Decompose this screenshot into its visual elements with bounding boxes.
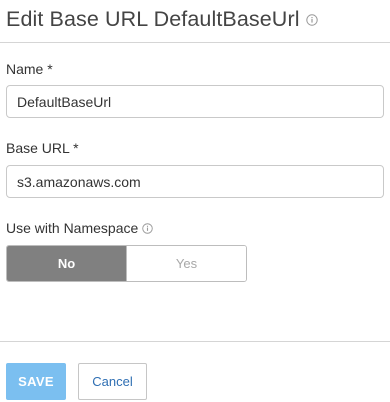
namespace-option-yes[interactable]: Yes <box>126 246 246 281</box>
namespace-toggle: No Yes <box>6 245 247 282</box>
namespace-option-no[interactable]: No <box>7 246 126 281</box>
footer-divider <box>0 341 390 342</box>
base-url-input[interactable] <box>6 165 384 198</box>
title-row: Edit Base URL DefaultBaseUrl <box>6 4 318 34</box>
info-circle-icon[interactable] <box>305 14 318 26</box>
header-divider <box>0 42 390 43</box>
base-url-label: Base URL * <box>6 140 79 156</box>
info-circle-icon[interactable] <box>142 222 154 234</box>
namespace-label: Use with Namespace <box>6 220 139 236</box>
namespace-label-row: Use with Namespace <box>6 220 154 236</box>
edit-base-url-dialog: Edit Base URL DefaultBaseUrl Name * Base… <box>0 0 390 402</box>
name-input[interactable] <box>6 85 384 118</box>
name-label: Name * <box>6 61 53 77</box>
cancel-button[interactable]: Cancel <box>78 363 147 400</box>
page-title: Edit Base URL DefaultBaseUrl <box>6 6 300 31</box>
save-button[interactable]: SAVE <box>6 363 66 400</box>
